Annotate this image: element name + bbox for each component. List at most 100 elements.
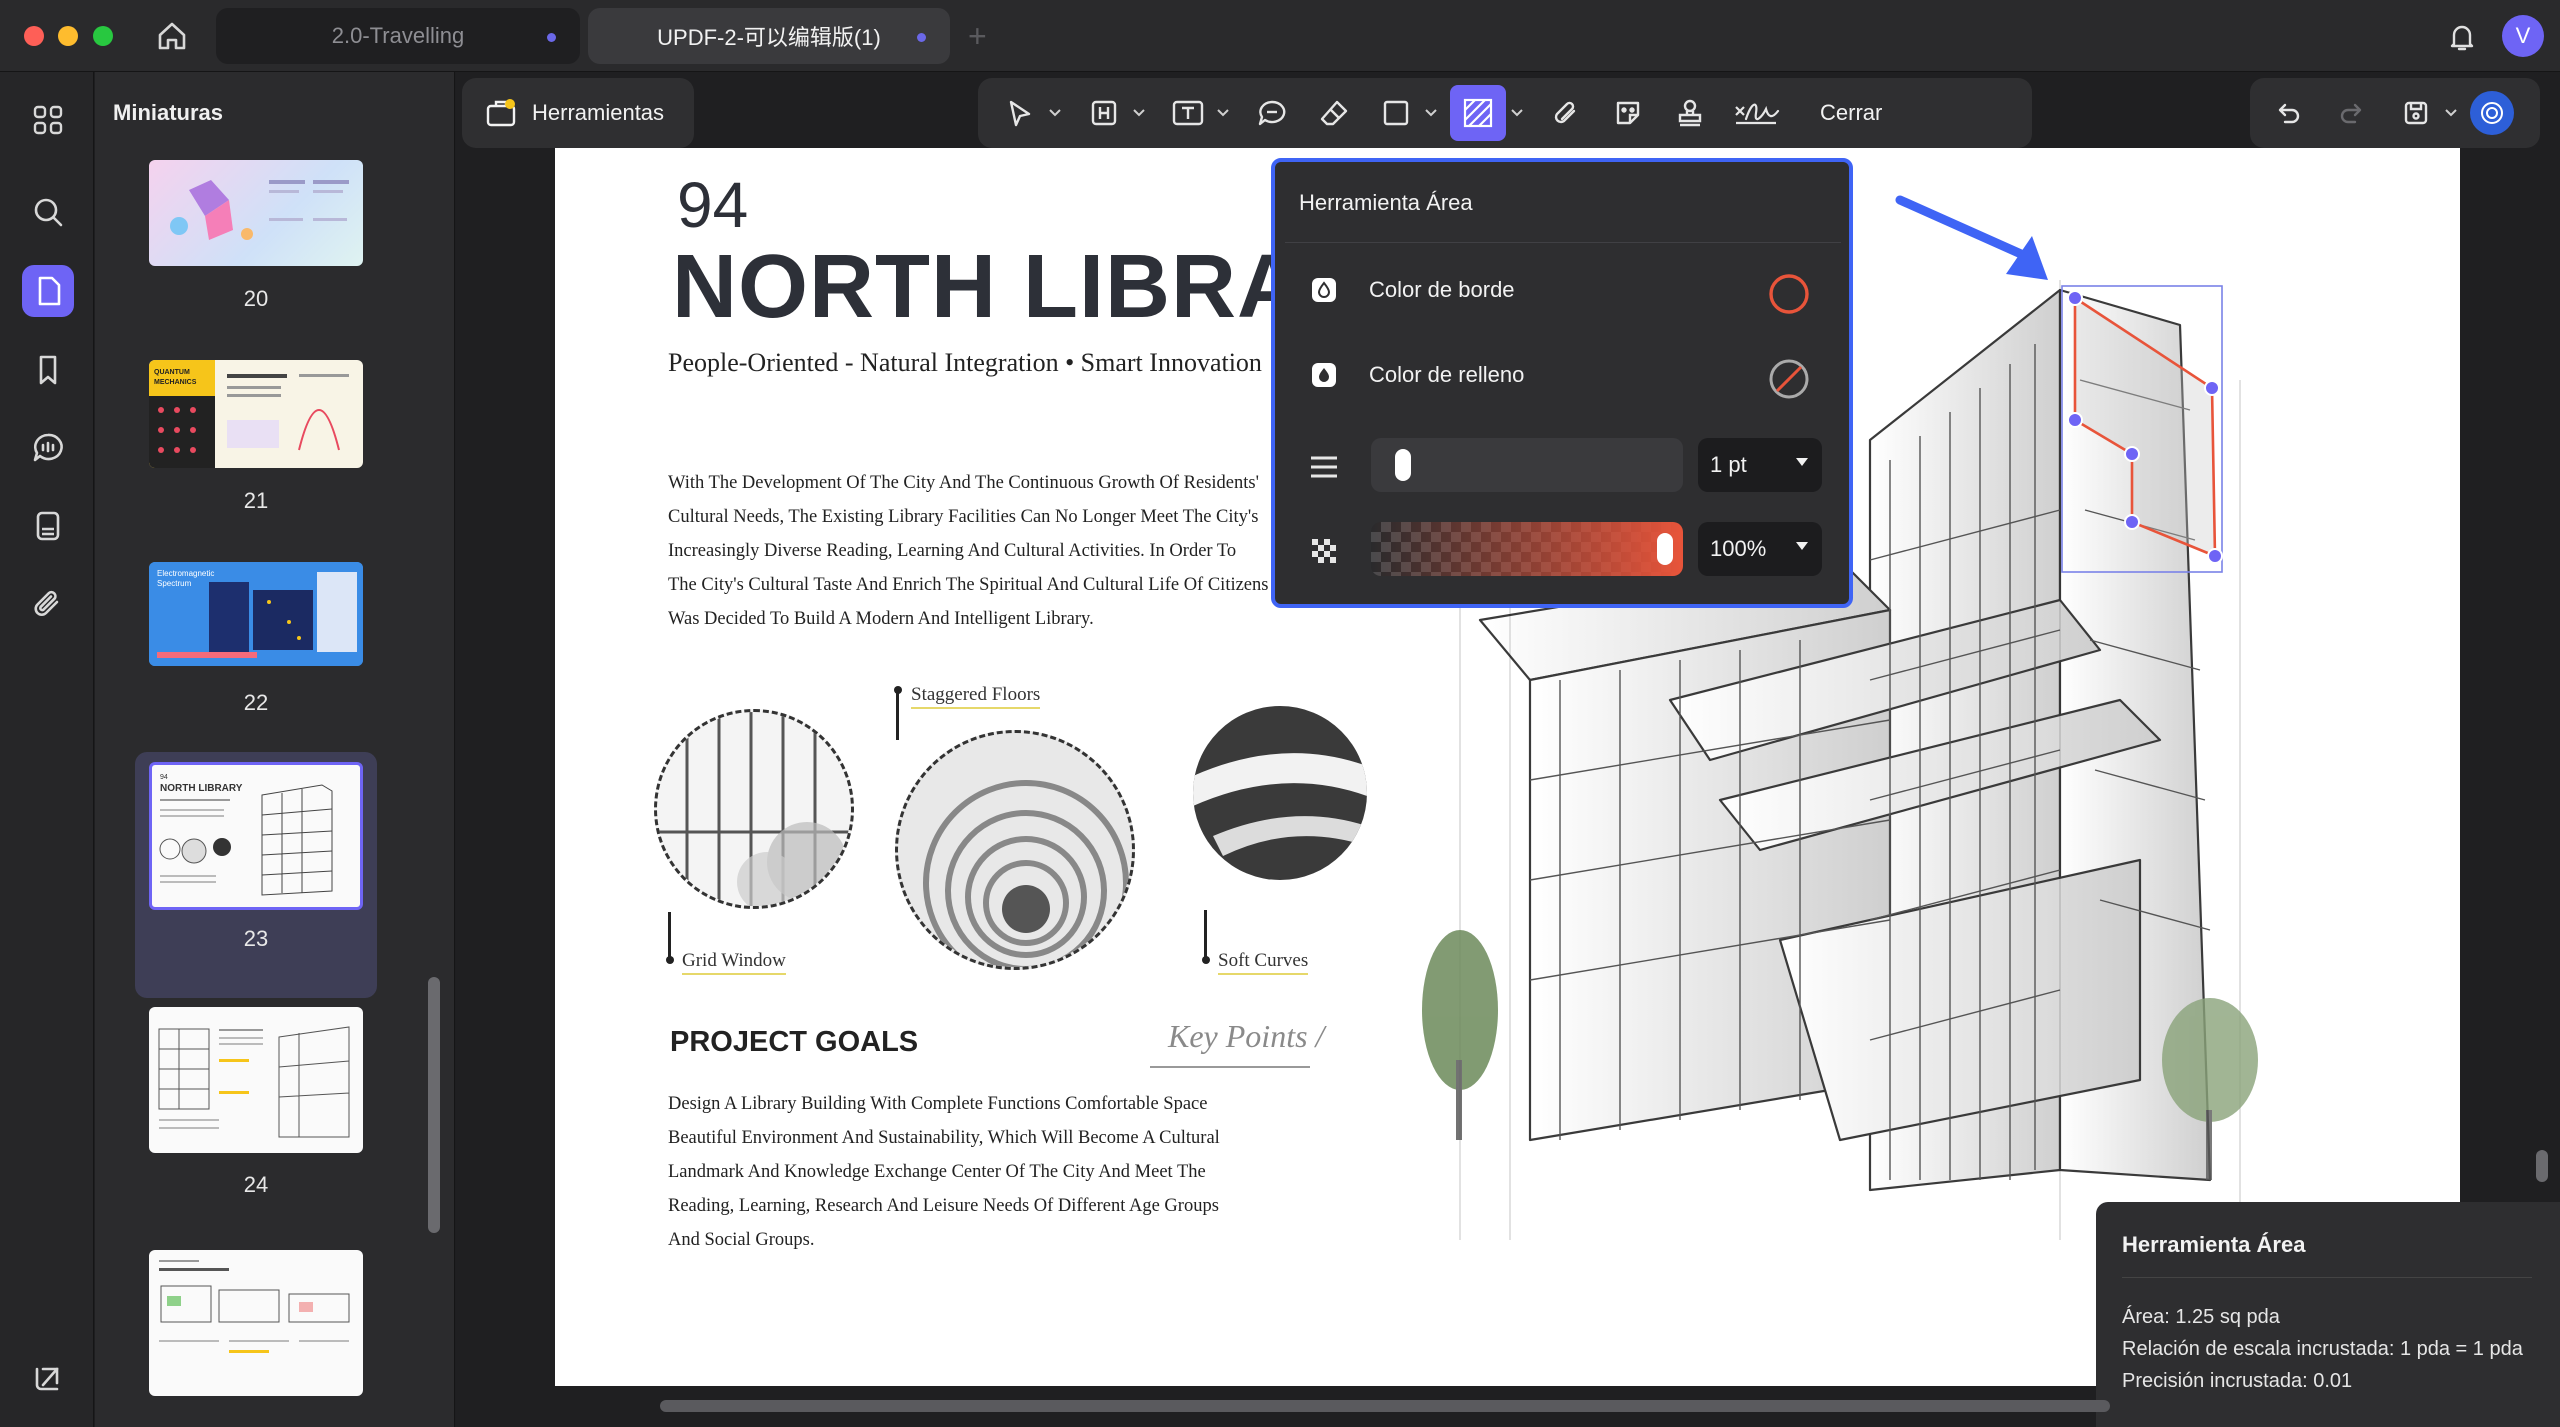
bell-icon[interactable] [2444,18,2480,54]
save-icon[interactable] [2392,89,2440,137]
slider-handle[interactable] [1657,533,1673,565]
page-thumbnail-20[interactable] [149,160,363,266]
thumb-text: MECHANICS [154,379,197,386]
new-tab-button[interactable]: + [968,16,987,56]
home-icon[interactable] [150,14,194,58]
caption-leader-dot [1202,956,1210,964]
chevron-down-icon[interactable] [1212,89,1234,137]
border-color-swatch[interactable] [1767,272,1811,321]
rectangle-icon[interactable] [1372,89,1420,137]
stroke-width-select[interactable]: 1 pt [1698,438,1822,492]
area-value: Área: 1.25 sq pda [2122,1306,2280,1328]
caption-grid-window: Grid Window [682,950,786,975]
text-line: Design A Library Building With Complete … [668,1094,1208,1114]
goals-paragraph: Design A Library Building With Complete … [668,1087,1308,1257]
updf-logo-icon[interactable] [22,1352,74,1404]
key-points-label: Key Points / [1168,1018,1325,1054]
area-tool-popup: Herramienta Área Color de borde Color de… [1271,158,1853,608]
avatar[interactable]: V [2502,15,2544,57]
area-tool-icon[interactable] [1450,85,1506,141]
fill-color-swatch-none[interactable] [1767,357,1811,406]
fill-color-row[interactable]: Color de relleno [1309,360,1524,390]
sticker-icon[interactable] [1604,89,1652,137]
bookmark-icon[interactable] [22,344,74,396]
text-line: Cultural Needs, The Existing Library Fac… [668,507,1259,527]
text-line: Increasingly Diverse Reading, Learning A… [668,541,1237,561]
opacity-slider[interactable] [1371,522,1683,576]
text-line: Reading, Learning, Research And Leisure … [668,1196,1219,1216]
page-thumbnail-22[interactable]: Electromagnetic Spectrum [149,562,363,666]
title-bar: 2.0-Travelling UPDF-2-可以编辑版(1) + V [0,0,2560,72]
eraser-icon[interactable] [1310,89,1358,137]
attachment-icon[interactable] [1542,89,1590,137]
thumbnails-scrollbar[interactable] [428,977,440,1233]
precision-value: Precisión incrustada: 0.01 [2122,1370,2353,1392]
comment-icon[interactable] [1248,89,1296,137]
divider [1285,242,1841,243]
signature-icon[interactable] [1728,89,1784,137]
opacity-icon [1309,536,1339,571]
border-color-label: Color de borde [1369,277,1515,302]
stroke-width-slider[interactable] [1371,438,1683,492]
page-thumbnail-25[interactable] [149,1250,363,1396]
chevron-down-icon[interactable] [1420,89,1442,137]
tab-travelling[interactable]: 2.0-Travelling [216,8,580,64]
zoom-window-button[interactable] [93,26,113,46]
left-rail [0,72,94,1427]
caption-leader-line [1204,910,1207,960]
minimize-window-button[interactable] [58,26,78,46]
page-thumbnail-24[interactable] [149,1007,363,1153]
page-number: 23 [243,926,269,951]
stamp-icon[interactable] [1666,89,1714,137]
slider-handle[interactable] [1394,449,1411,481]
stroke-width-icon [1309,452,1339,487]
toolbox-icon [484,96,518,130]
search-icon[interactable] [22,186,74,238]
comments-icon[interactable] [22,422,74,474]
horizontal-scrollbar[interactable] [660,1400,2110,1412]
page-thumbnail-21[interactable]: QUANTUM MECHANICS [149,360,363,468]
tools-menu-button[interactable]: Herramientas [462,78,694,148]
text-line: Landmark And Knowledge Exchange Center O… [668,1162,1206,1182]
page-thumbnail-23[interactable]: 94 NORTH LIBRARY [149,762,363,910]
caption-leader-line [668,912,671,960]
close-window-button[interactable] [24,26,44,46]
undo-icon[interactable] [2264,89,2312,137]
opacity-select[interactable]: 100% [1698,522,1822,576]
page-subtitle: People-Oriented - Natural Integration • … [668,348,1262,377]
caption-leader-line [896,690,899,740]
redo-icon[interactable] [2328,89,2376,137]
tab-modified-dot [547,33,556,42]
vertical-scrollbar[interactable] [2536,1150,2548,1182]
soft-curves-image [1193,706,1367,880]
thumb-text: Electromagnetic [157,569,214,578]
thumbnails-icon[interactable] [22,265,74,317]
popup-title: Herramienta Área [1299,190,1473,215]
text-line: And Social Groups. [668,1230,815,1250]
grid-window-image [654,709,854,909]
highlight-icon[interactable] [1080,89,1128,137]
chevron-down-icon[interactable] [1506,89,1528,137]
thumb-text: 94 [160,774,168,781]
info-title: Herramienta Área [2122,1232,2306,1257]
text-line: Was Decided To Build A Modern And Intell… [668,609,1094,629]
chevron-down-icon[interactable] [2440,89,2462,137]
fill-color-label: Color de relleno [1369,362,1525,387]
tab-label: 2.0-Travelling [331,23,465,48]
tab-updf[interactable]: UPDF-2-可以编辑版(1) [588,8,950,64]
attachment-icon[interactable] [22,578,74,630]
tab-label: UPDF-2-可以编辑版(1) [657,25,881,50]
chevron-down-icon[interactable] [1128,89,1150,137]
forms-icon[interactable] [22,500,74,552]
close-tools-button[interactable]: Cerrar [1820,100,1882,126]
scale-ratio: Relación de escala incrustada: 1 pda = 1… [2122,1338,2523,1360]
area-info-panel: Herramienta Área Área: 1.25 sq pda Relac… [2096,1202,2560,1427]
ai-assistant-icon[interactable] [2470,91,2514,135]
border-color-row[interactable]: Color de borde [1309,275,1515,305]
text-box-icon[interactable] [1164,89,1212,137]
caret-down-icon [1796,542,1808,550]
cursor-icon[interactable] [996,89,1044,137]
grid-apps-icon[interactable] [22,94,74,146]
fill-color-icon [1312,363,1336,387]
chevron-down-icon[interactable] [1044,89,1066,137]
